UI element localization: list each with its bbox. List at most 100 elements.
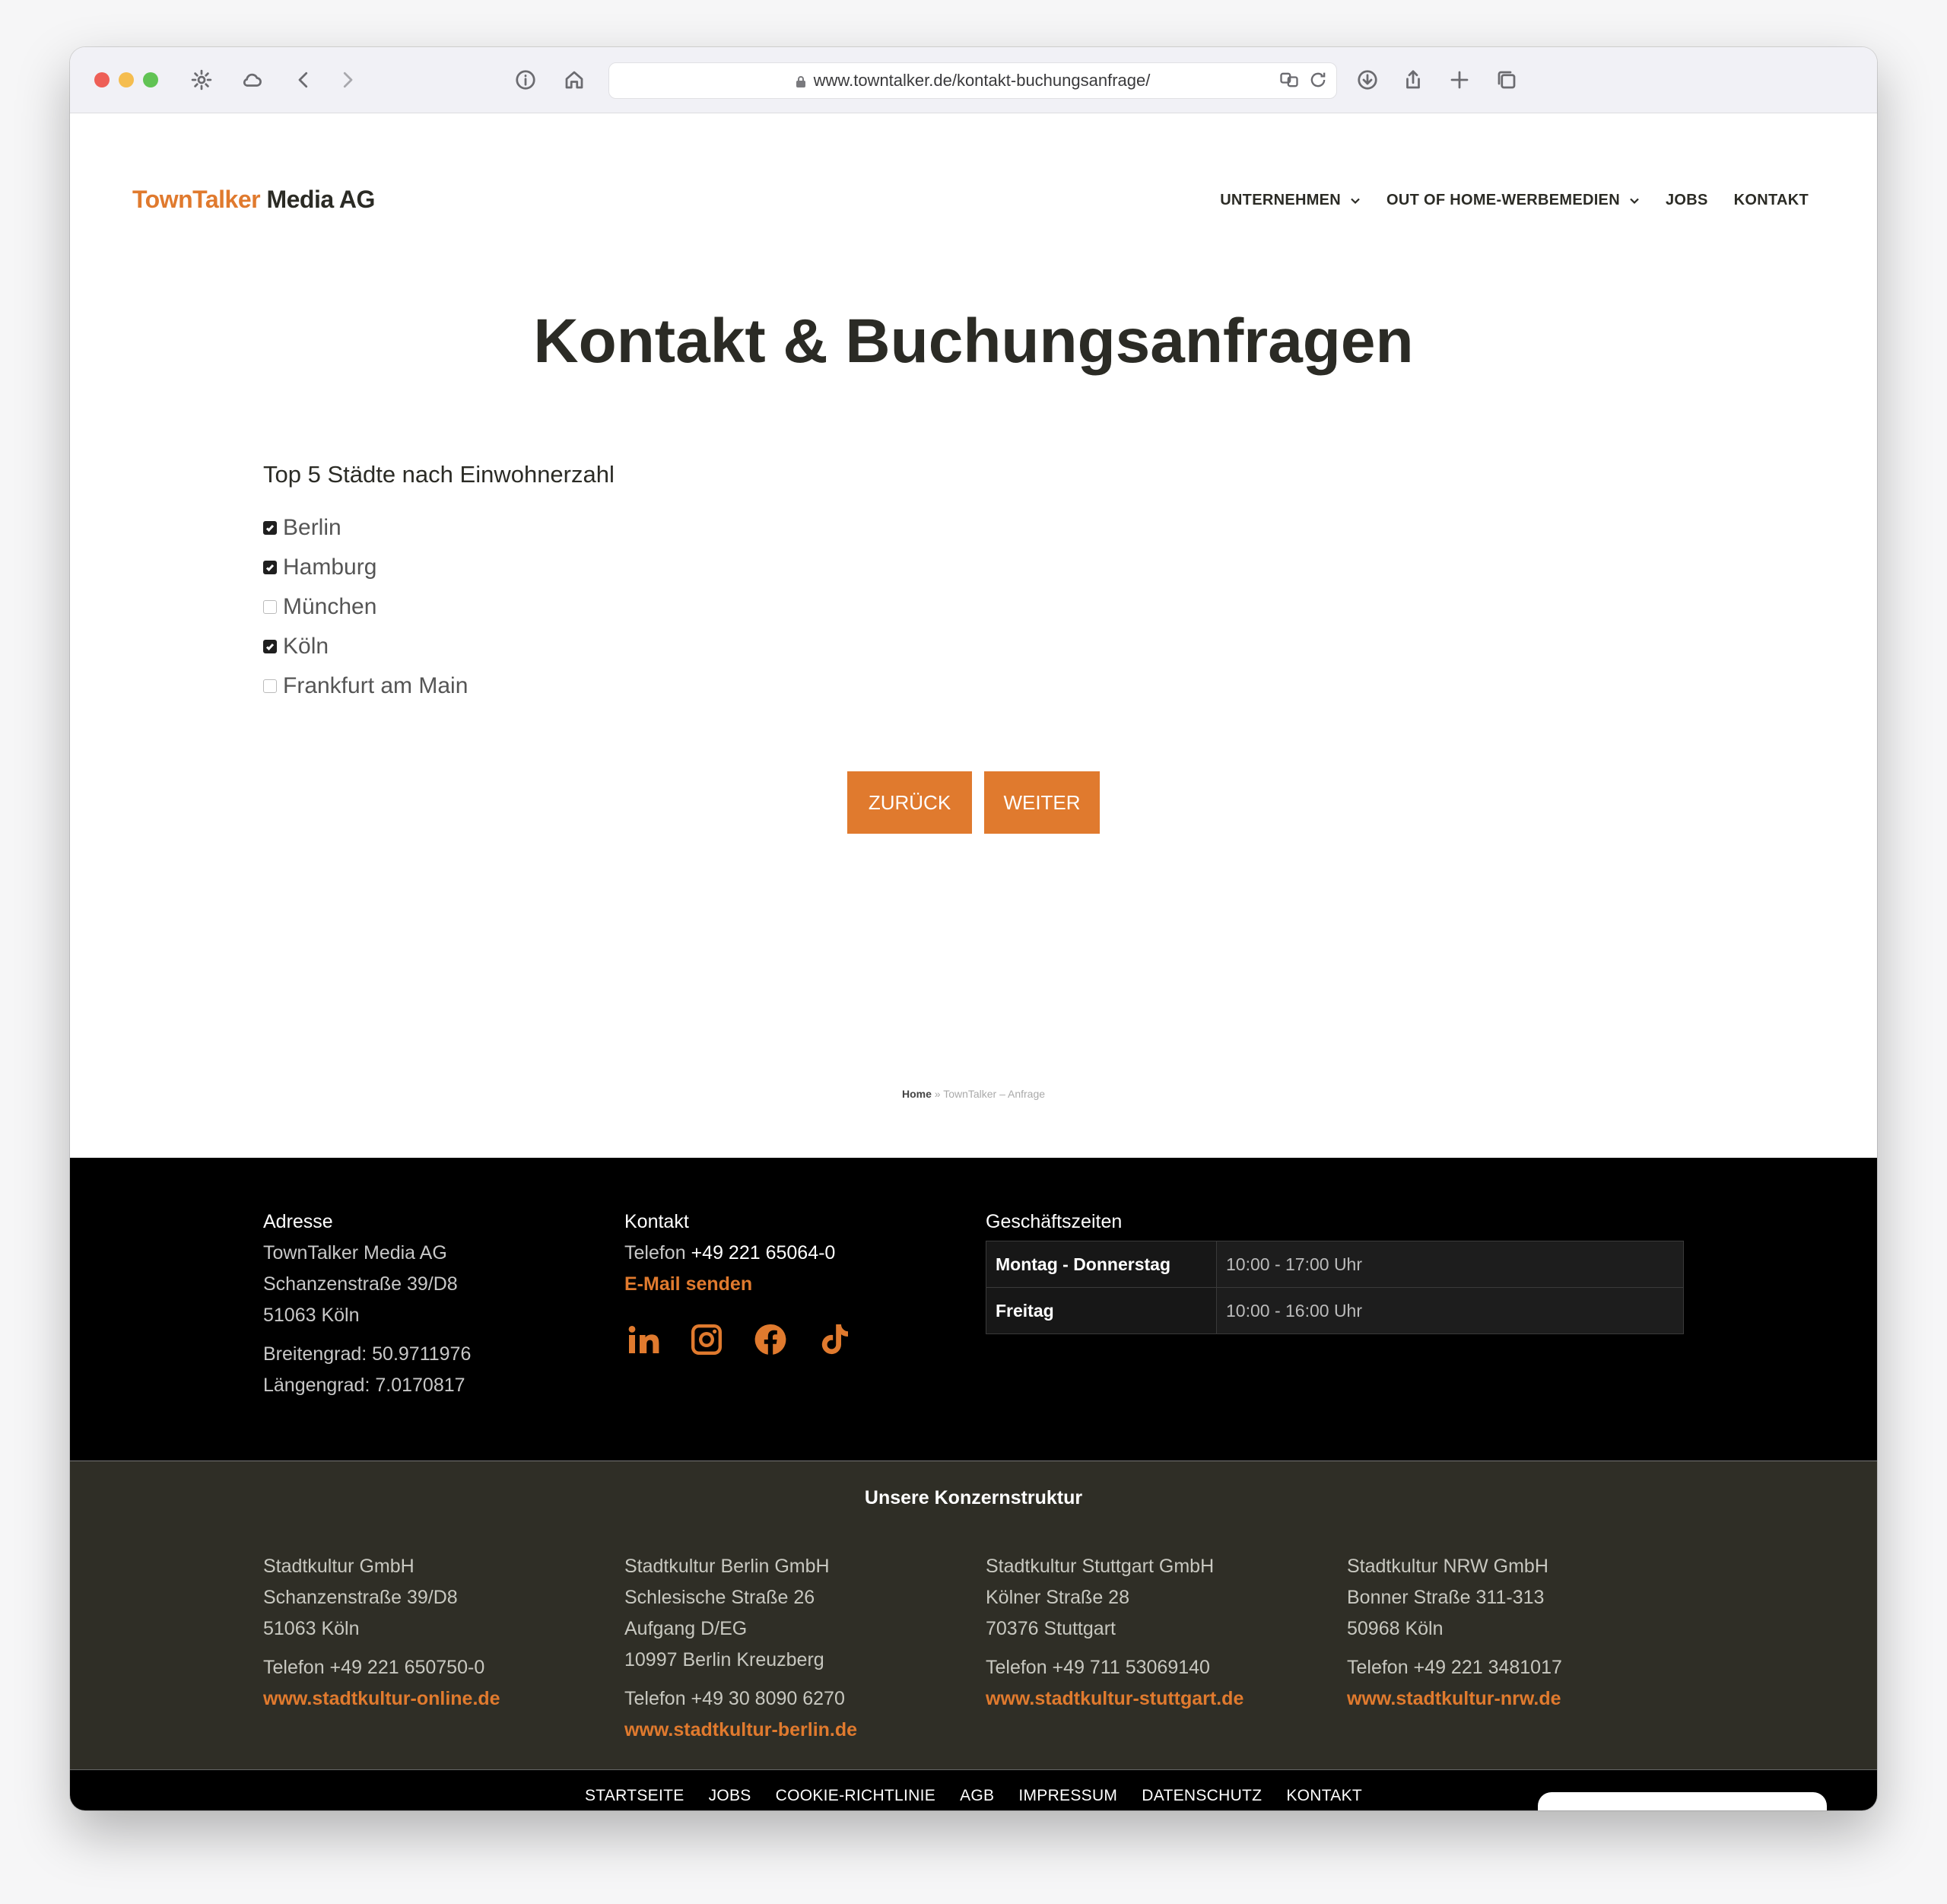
company-address-line: Kölner Straße 28 xyxy=(986,1587,1129,1608)
address-bar[interactable]: www.towntalker.de/kontakt-buchungsanfrag… xyxy=(608,62,1337,99)
address-street: Schanzenstraße 39/D8 xyxy=(263,1273,458,1295)
phone-number[interactable]: +49 221 65064-0 xyxy=(691,1242,836,1264)
site-logo[interactable]: TownTalker Media AG xyxy=(132,186,375,214)
group-title: Unsere Konzernstruktur xyxy=(864,1487,1083,1508)
checkbox-unchecked[interactable] xyxy=(263,600,277,614)
option-label: Frankfurt am Main xyxy=(283,673,468,698)
company-name: Stadtkultur Stuttgart GmbH xyxy=(986,1556,1215,1577)
company-name: Stadtkultur GmbH xyxy=(263,1556,414,1577)
company-website-link[interactable]: www.stadtkultur-stuttgart.de xyxy=(986,1683,1243,1715)
footer-link-cookie-richtlinie[interactable]: COOKIE-RICHTLINIE xyxy=(776,1787,935,1805)
nav-label: JOBS xyxy=(1665,192,1708,208)
company-website-link[interactable]: www.stadtkultur-nrw.de xyxy=(1347,1683,1562,1715)
minimize-window-button[interactable] xyxy=(119,72,134,87)
city-options: Berlin Hamburg München Köln Frankfurt am… xyxy=(263,508,468,706)
cookie-popup-tab[interactable] xyxy=(1538,1792,1827,1810)
facebook-icon[interactable] xyxy=(752,1321,789,1358)
hours-row: Montag - Donnerstag 10:00 - 17:00 Uhr xyxy=(986,1241,1684,1288)
company-website-link[interactable]: www.stadtkultur-berlin.de xyxy=(624,1715,857,1746)
back-button[interactable]: ZURÜCK xyxy=(847,771,972,834)
company-phone: Telefon +49 711 53069140 xyxy=(986,1657,1210,1678)
company-name: Stadtkultur NRW GmbH xyxy=(1347,1556,1548,1577)
nav-kontakt[interactable]: KONTAKT xyxy=(1734,192,1809,209)
option-label: München xyxy=(283,594,377,619)
page-title: Kontakt & Buchungsanfragen xyxy=(533,307,1414,376)
breadcrumb: Home » TownTalker – Anfrage xyxy=(70,1088,1877,1100)
reload-icon[interactable] xyxy=(1307,69,1329,91)
hours-day: Freitag xyxy=(986,1287,1217,1334)
form-question: Top 5 Städte nach Einwohnerzahl xyxy=(263,461,615,488)
hours-time: 10:00 - 16:00 Uhr xyxy=(1216,1287,1684,1334)
linkedin-icon[interactable] xyxy=(624,1321,661,1358)
close-window-button[interactable] xyxy=(94,72,110,87)
company-address-line: 70376 Stuttgart xyxy=(986,1618,1116,1639)
company-address-line: 10997 Berlin Kreuzberg xyxy=(624,1649,824,1670)
hours-title: Geschäftszeiten xyxy=(986,1211,1123,1232)
company-address-line: Bonner Straße 311-313 xyxy=(1347,1587,1545,1608)
nav-ooh-werbemedien[interactable]: OUT OF HOME-WERBEMEDIEN xyxy=(1386,192,1640,209)
new-tab-plus-icon[interactable] xyxy=(1444,64,1475,96)
instagram-icon[interactable] xyxy=(688,1321,725,1358)
option-hamburg[interactable]: Hamburg xyxy=(263,548,468,587)
address-latitude: Breitengrad: 50.9711976 xyxy=(263,1343,472,1365)
browser-toolbar: www.towntalker.de/kontakt-buchungsanfrag… xyxy=(70,47,1877,113)
breadcrumb-current: TownTalker – Anfrage xyxy=(943,1088,1046,1100)
tiktok-icon[interactable] xyxy=(816,1321,853,1358)
maximize-window-button[interactable] xyxy=(143,72,158,87)
contact-title: Kontakt xyxy=(624,1211,689,1232)
company-stadtkultur-berlin: Stadtkultur Berlin GmbH Schlesische Stra… xyxy=(624,1551,857,1746)
breadcrumb-home[interactable]: Home xyxy=(902,1088,932,1100)
footer-link-datenschutz[interactable]: DATENSCHUTZ xyxy=(1142,1787,1262,1805)
next-button[interactable]: WEITER xyxy=(984,771,1100,834)
option-berlin[interactable]: Berlin xyxy=(263,508,468,548)
nav-label: OUT OF HOME-WERBEMEDIEN xyxy=(1386,192,1620,208)
lock-icon xyxy=(796,76,805,87)
company-stadtkultur: Stadtkultur GmbH Schanzenstraße 39/D8 51… xyxy=(263,1551,500,1715)
download-icon[interactable] xyxy=(1351,64,1383,96)
forward-arrow-icon[interactable] xyxy=(332,64,364,96)
url-text: www.towntalker.de/kontakt-buchungsanfrag… xyxy=(813,71,1151,90)
option-muenchen[interactable]: München xyxy=(263,587,468,627)
hours-day: Montag - Donnerstag xyxy=(986,1241,1217,1288)
hours-row: Freitag 10:00 - 16:00 Uhr xyxy=(986,1287,1684,1334)
share-icon[interactable] xyxy=(1397,64,1429,96)
footer-link-impressum[interactable]: IMPRESSUM xyxy=(1018,1787,1117,1805)
company-stadtkultur-nrw: Stadtkultur NRW GmbH Bonner Straße 311-3… xyxy=(1347,1551,1562,1715)
footer-hours: Geschäftszeiten Montag - Donnerstag 10:0… xyxy=(986,1206,1684,1334)
translate-icon[interactable] xyxy=(1278,69,1300,91)
footer-link-kontakt[interactable]: KONTAKT xyxy=(1286,1787,1362,1805)
nav-jobs[interactable]: JOBS xyxy=(1666,192,1708,209)
email-link[interactable]: E-Mail senden xyxy=(624,1269,853,1300)
company-address-line: Schlesische Straße 26 xyxy=(624,1587,815,1608)
option-frankfurt[interactable]: Frankfurt am Main xyxy=(263,666,468,706)
company-address-line: Aufgang D/EG xyxy=(624,1618,748,1639)
hours-table: Montag - Donnerstag 10:00 - 17:00 Uhr Fr… xyxy=(986,1241,1684,1334)
company-phone: Telefon +49 221 650750-0 xyxy=(263,1657,485,1678)
phone-label: Telefon xyxy=(624,1242,686,1264)
footer-link-jobs[interactable]: JOBS xyxy=(709,1787,751,1805)
company-address-line: 51063 Köln xyxy=(263,1618,360,1639)
company-website-link[interactable]: www.stadtkultur-online.de xyxy=(263,1683,500,1715)
back-arrow-icon[interactable] xyxy=(287,64,319,96)
footer-corporate-structure: Unsere Konzernstruktur Stadtkultur GmbH … xyxy=(70,1461,1877,1770)
company-name: Stadtkultur Berlin GmbH xyxy=(624,1556,830,1577)
footer-link-startseite[interactable]: STARTSEITE xyxy=(585,1787,684,1805)
info-icon[interactable] xyxy=(510,64,542,96)
social-links xyxy=(624,1321,853,1358)
home-icon[interactable] xyxy=(558,64,590,96)
settings-gear-icon[interactable] xyxy=(186,64,218,96)
checkbox-checked[interactable] xyxy=(263,521,277,535)
checkbox-checked[interactable] xyxy=(263,640,277,653)
nav-unternehmen[interactable]: UNTERNEHMEN xyxy=(1220,192,1361,209)
checkbox-unchecked[interactable] xyxy=(263,679,277,693)
option-label: Köln xyxy=(283,634,329,659)
option-koeln[interactable]: Köln xyxy=(263,627,468,666)
nav-label: UNTERNEHMEN xyxy=(1220,192,1342,208)
browser-window: www.towntalker.de/kontakt-buchungsanfrag… xyxy=(70,47,1877,1810)
option-label: Hamburg xyxy=(283,555,377,580)
footer-top: Adresse TownTalker Media AG Schanzenstra… xyxy=(70,1158,1877,1461)
checkbox-checked[interactable] xyxy=(263,561,277,574)
footer-link-agb[interactable]: AGB xyxy=(960,1787,994,1805)
cloud-icon[interactable] xyxy=(236,64,268,96)
tabs-overview-icon[interactable] xyxy=(1491,64,1523,96)
